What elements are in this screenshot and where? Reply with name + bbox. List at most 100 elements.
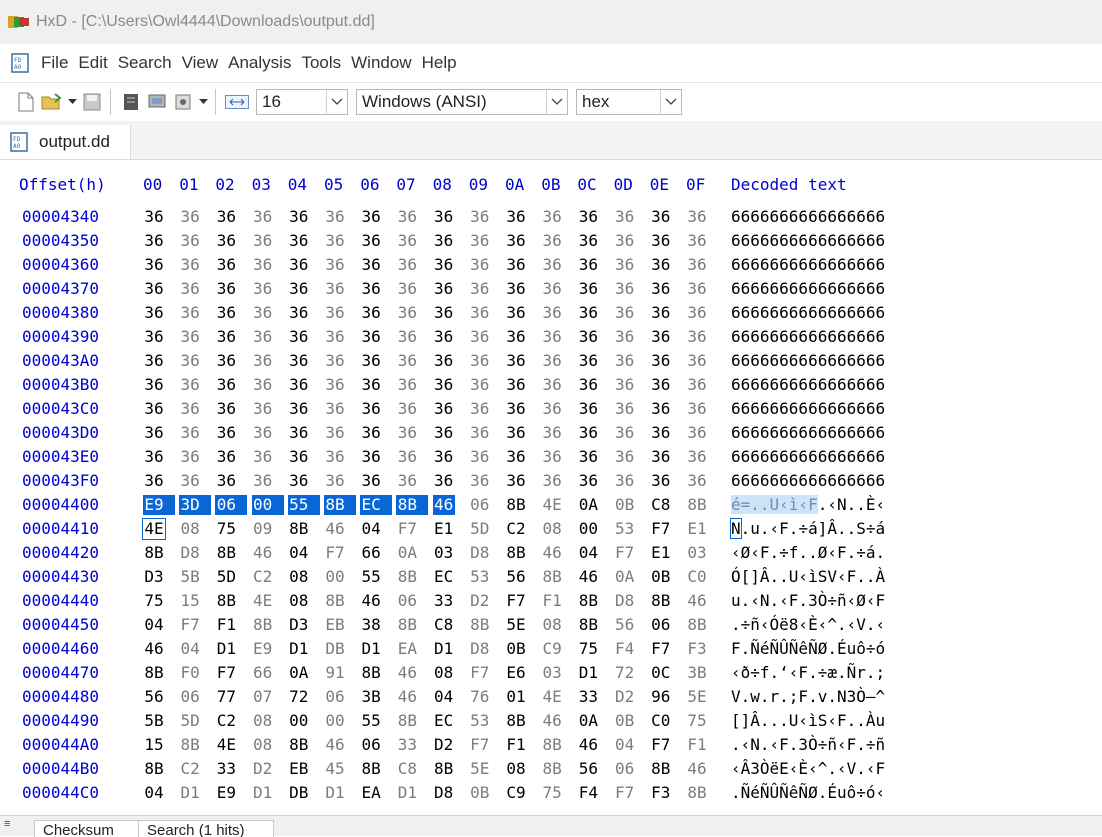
decoded-text[interactable]: 6666666666666666 xyxy=(731,303,885,323)
menu-file[interactable]: File xyxy=(41,53,76,73)
hex-byte[interactable]: 36 xyxy=(686,423,708,443)
hex-byte[interactable]: 09 xyxy=(252,519,274,539)
hex-byte[interactable]: 8B xyxy=(577,615,599,635)
hex-byte[interactable]: 36 xyxy=(252,303,274,323)
hex-byte[interactable]: 36 xyxy=(614,255,636,275)
hex-byte[interactable]: 36 xyxy=(650,255,672,275)
hex-byte[interactable]: D2 xyxy=(433,735,455,755)
hex-byte[interactable]: 36 xyxy=(179,399,201,419)
hex-byte[interactable]: 3B xyxy=(360,687,382,707)
hex-byte[interactable]: 36 xyxy=(469,207,491,227)
hex-byte[interactable]: 36 xyxy=(252,447,274,467)
hex-byte[interactable]: 36 xyxy=(324,279,346,299)
hex-byte[interactable]: 03 xyxy=(433,543,455,563)
hex-byte[interactable]: 56 xyxy=(577,759,599,779)
hex-byte[interactable]: 36 xyxy=(179,207,201,227)
hex-byte[interactable]: F1 xyxy=(505,735,527,755)
decoded-text[interactable]: .‹N.‹F.3Ò÷ñ‹F.÷ñ xyxy=(731,735,885,755)
hex-byte[interactable]: 36 xyxy=(143,447,165,467)
hex-byte[interactable]: 36 xyxy=(505,279,527,299)
decoded-text[interactable]: u.‹N.‹F.3Ò÷ñ‹Ø‹F xyxy=(731,591,885,611)
hex-byte[interactable]: 72 xyxy=(288,687,310,707)
hex-byte[interactable]: 36 xyxy=(469,231,491,251)
hex-byte[interactable]: 08 xyxy=(288,567,310,587)
hex-byte[interactable]: 36 xyxy=(360,303,382,323)
hex-byte[interactable]: 36 xyxy=(396,471,418,491)
hex-byte[interactable]: 36 xyxy=(433,279,455,299)
hex-byte[interactable]: 5E xyxy=(469,759,491,779)
hex-byte[interactable]: 36 xyxy=(288,255,310,275)
hex-byte[interactable]: 36 xyxy=(360,255,382,275)
hex-byte[interactable]: F7 xyxy=(650,639,672,659)
hex-byte[interactable]: 8B xyxy=(505,711,527,731)
hex-byte[interactable]: 36 xyxy=(614,279,636,299)
hex-byte[interactable]: C2 xyxy=(505,519,527,539)
hex-byte[interactable]: 36 xyxy=(179,231,201,251)
hex-byte[interactable]: 36 xyxy=(215,375,237,395)
open-ram-button[interactable] xyxy=(145,90,169,114)
hex-editor[interactable]: Offset(h) 00 01 02 03 04 05 06 07 08 09 0A 0B 0C 0D 0E… xyxy=(0,160,1102,815)
hex-byte[interactable]: 36 xyxy=(215,447,237,467)
hex-byte[interactable]: 36 xyxy=(396,255,418,275)
hex-byte[interactable]: D1 xyxy=(577,663,599,683)
hex-byte[interactable]: 53 xyxy=(469,711,491,731)
tab-output-dd[interactable]: FD A0 output.dd xyxy=(0,125,131,159)
hex-byte[interactable]: 5E xyxy=(686,687,708,707)
hex-byte[interactable]: 36 xyxy=(650,447,672,467)
decoded-text[interactable]: 6666666666666666 xyxy=(731,375,885,395)
hex-byte[interactable]: 36 xyxy=(650,327,672,347)
menu-window[interactable]: Window xyxy=(351,53,419,73)
hex-byte[interactable]: 36 xyxy=(143,327,165,347)
hex-byte[interactable]: 8B xyxy=(215,591,237,611)
hex-byte[interactable]: 36 xyxy=(577,423,599,443)
hex-byte[interactable]: 36 xyxy=(215,471,237,491)
hex-byte[interactable]: 36 xyxy=(541,399,563,419)
hex-byte[interactable]: 8B xyxy=(686,495,708,515)
hex-byte[interactable]: 36 xyxy=(577,351,599,371)
hex-byte[interactable]: E9 xyxy=(252,639,274,659)
decoded-text[interactable]: 6666666666666666 xyxy=(731,447,885,467)
hex-byte[interactable]: 36 xyxy=(577,231,599,251)
hex-byte[interactable]: 36 xyxy=(143,423,165,443)
hex-byte[interactable]: 36 xyxy=(614,327,636,347)
hex-byte[interactable]: 36 xyxy=(143,303,165,323)
hex-byte[interactable]: C0 xyxy=(650,711,672,731)
chevron-down-icon[interactable] xyxy=(660,90,681,114)
hex-byte[interactable]: D1 xyxy=(360,639,382,659)
hex-byte[interactable]: 66 xyxy=(252,663,274,683)
hex-byte[interactable]: 36 xyxy=(396,207,418,227)
hex-byte[interactable]: 36 xyxy=(505,375,527,395)
hex-byte[interactable]: 91 xyxy=(324,663,346,683)
hex-byte[interactable]: 36 xyxy=(614,471,636,491)
hex-byte[interactable]: 36 xyxy=(324,447,346,467)
hex-byte[interactable]: 36 xyxy=(360,207,382,227)
hex-byte[interactable]: 36 xyxy=(577,399,599,419)
hex-byte[interactable]: 3B xyxy=(686,663,708,683)
hex-byte[interactable]: 36 xyxy=(505,327,527,347)
hex-byte[interactable]: 36 xyxy=(324,471,346,491)
hex-byte[interactable]: 08 xyxy=(288,591,310,611)
hex-byte[interactable]: 04 xyxy=(577,543,599,563)
hex-byte[interactable]: F7 xyxy=(650,519,672,539)
hex-byte[interactable]: 36 xyxy=(288,327,310,347)
hex-byte[interactable]: 36 xyxy=(179,447,201,467)
hex-byte[interactable]: 06 xyxy=(396,591,418,611)
hex-byte[interactable]: 36 xyxy=(541,447,563,467)
hex-byte[interactable]: 38 xyxy=(360,615,382,635)
hex-byte[interactable]: 36 xyxy=(433,327,455,347)
hex-byte[interactable]: 36 xyxy=(469,471,491,491)
hex-byte[interactable]: 5D xyxy=(179,711,201,731)
hex-byte[interactable]: 36 xyxy=(469,423,491,443)
decoded-text[interactable]: 6666666666666666 xyxy=(731,471,885,491)
hex-byte[interactable]: 36 xyxy=(360,231,382,251)
hex-byte[interactable]: 36 xyxy=(433,399,455,419)
hex-byte[interactable]: 06 xyxy=(650,615,672,635)
hex-byte[interactable]: 36 xyxy=(360,423,382,443)
hex-byte[interactable]: 0B xyxy=(650,567,672,587)
hex-byte[interactable]: 36 xyxy=(505,231,527,251)
hex-byte[interactable]: 36 xyxy=(614,447,636,467)
hex-byte[interactable]: 15 xyxy=(179,591,201,611)
hex-byte[interactable]: 36 xyxy=(396,423,418,443)
decoded-text[interactable]: .÷ñ‹Óë8‹È‹^.‹V.‹ xyxy=(731,615,885,635)
hex-byte[interactable]: 36 xyxy=(469,399,491,419)
